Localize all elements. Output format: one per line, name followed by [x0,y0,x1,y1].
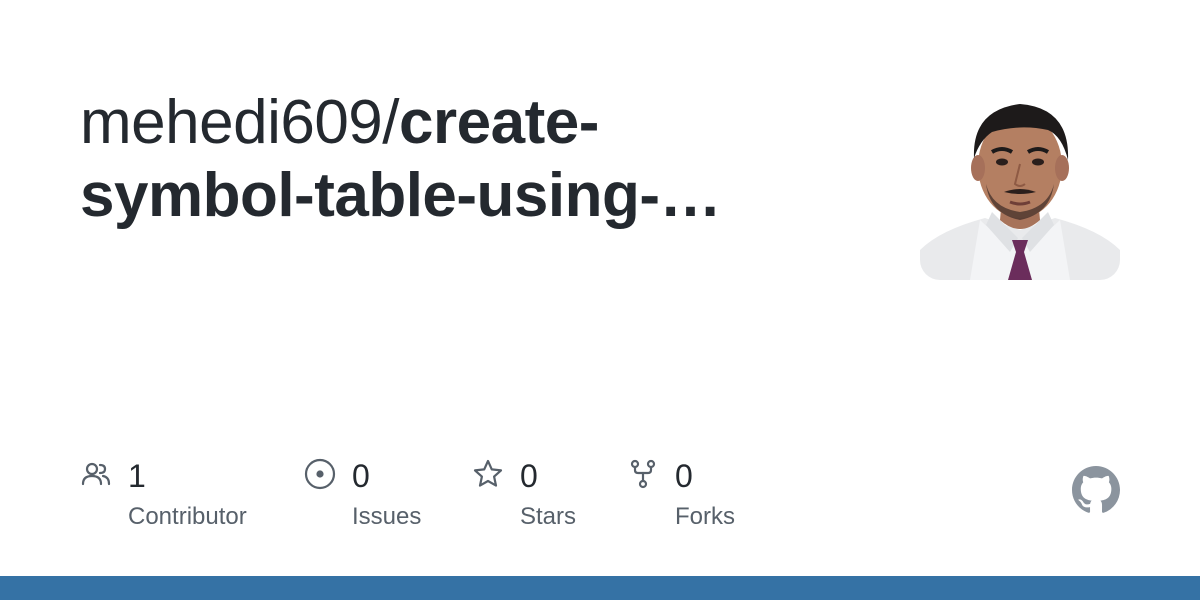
star-icon [472,458,504,490]
github-icon [1072,466,1120,514]
issues-count: 0 [352,456,370,496]
stars-count: 0 [520,456,538,496]
forks-count: 0 [675,456,693,496]
repo-title: mehedi609/create- symbol-table-using-… [80,86,880,232]
issue-icon [304,458,336,490]
contributors-count: 1 [128,456,146,496]
people-icon [80,458,112,490]
repo-name-line-2: symbol-table-using-… [80,161,721,230]
stars-label: Stars [520,502,576,532]
issues-label: Issues [352,502,421,532]
repo-stats: 1 Contributor 0 Issues 0 Stars [0,452,900,542]
repo-owner: mehedi609/ [80,88,399,157]
contributors-label: Contributor [128,502,247,532]
repo-name-line-1: create- [399,88,599,157]
repo-social-card: mehedi609/create- symbol-table-using-… [0,0,1200,600]
fork-icon [627,458,659,490]
language-bar [0,576,1200,600]
forks-label: Forks [675,502,735,532]
owner-avatar [920,80,1120,280]
